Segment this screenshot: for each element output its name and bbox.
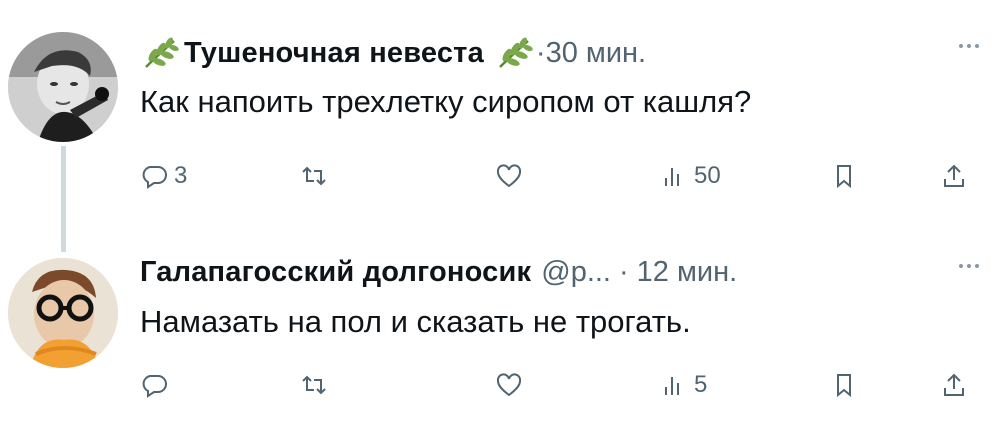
separator-dot: · — [619, 255, 629, 288]
tweet-time[interactable]: 30 мин. — [546, 37, 647, 70]
bookmark-button[interactable] — [830, 365, 858, 405]
views-button[interactable]: 5 — [660, 365, 707, 405]
avatar[interactable] — [8, 258, 118, 368]
bookmark-icon — [837, 374, 851, 398]
retweet-button[interactable] — [300, 365, 334, 405]
views-icon — [665, 168, 679, 186]
action-bar: 5 — [140, 365, 983, 405]
avatar[interactable] — [8, 32, 118, 142]
reply-icon — [142, 375, 167, 398]
avatar-photo — [8, 32, 118, 142]
tweet-time[interactable]: 12 мин. — [637, 256, 738, 289]
reply-button[interactable] — [140, 365, 174, 405]
reply-icon — [142, 166, 167, 189]
avatar-photo — [8, 258, 118, 368]
tweet-text: Намазать на пол и сказать не трогать. — [140, 304, 691, 339]
tweet-1[interactable]: Тушеночная невеста · 30 мин. Как напоить… — [0, 0, 1001, 252]
tweet-header: Галапагосский долгоносик @p... · 12 мин. — [140, 252, 737, 292]
reply-count: 3 — [174, 162, 188, 189]
share-icon — [944, 164, 964, 187]
like-button[interactable] — [495, 156, 529, 196]
retweet-icon — [302, 375, 326, 395]
more-icon[interactable] — [959, 264, 979, 268]
separator-dot: · — [535, 36, 546, 69]
bookmark-button[interactable] — [830, 156, 858, 196]
tweet-text: Как напоить трехлетку сиропом от кашля? — [140, 84, 752, 119]
like-button[interactable] — [495, 365, 529, 405]
retweet-icon — [302, 166, 326, 186]
retweet-button[interactable] — [300, 156, 334, 196]
author-name[interactable]: Галапагосский долгоносик — [140, 256, 531, 289]
sprig-icon — [145, 37, 179, 68]
views-icon — [665, 377, 679, 395]
action-bar: 3 50 — [140, 156, 983, 196]
reply-button[interactable]: 3 — [140, 156, 187, 196]
like-icon — [496, 164, 522, 188]
views-button[interactable]: 50 — [660, 156, 721, 196]
share-button[interactable] — [940, 365, 968, 405]
author-handle[interactable]: @p... — [541, 256, 611, 289]
share-icon — [944, 373, 964, 396]
like-icon — [496, 373, 522, 397]
sprig-icon — [499, 37, 533, 68]
views-count: 50 — [694, 162, 721, 189]
tweet-2[interactable]: Галапагосский долгоносик @p... · 12 мин.… — [0, 228, 1001, 439]
author-name[interactable]: Тушеночная невеста — [184, 37, 484, 70]
bookmark-icon — [837, 165, 851, 189]
share-button[interactable] — [940, 156, 968, 196]
more-icon[interactable] — [959, 44, 979, 48]
views-count: 5 — [694, 371, 708, 398]
tweet-header: Тушеночная невеста · 30 мин. — [140, 33, 646, 73]
